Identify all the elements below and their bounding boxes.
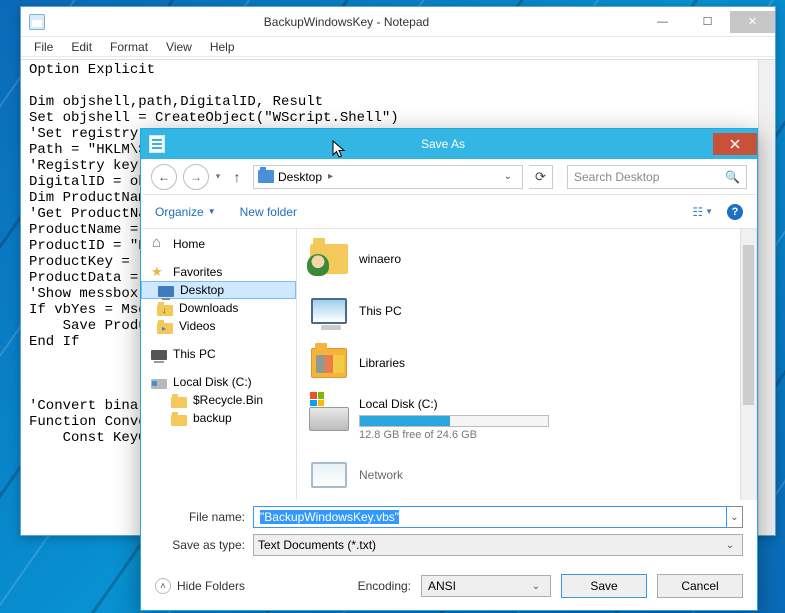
minimize-button[interactable]: — xyxy=(640,11,685,33)
menu-view[interactable]: View xyxy=(159,39,199,55)
tree-favorites[interactable]: Favorites xyxy=(141,263,296,281)
chevron-down-icon: ⌄ xyxy=(528,581,544,592)
chevron-down-icon: ⌄ xyxy=(722,540,738,551)
menu-file[interactable]: File xyxy=(27,39,60,55)
tree-downloads[interactable]: Downloads xyxy=(141,299,296,317)
menu-format[interactable]: Format xyxy=(103,39,155,55)
nav-tree: Home Favorites Desktop Downloads Videos … xyxy=(141,229,297,500)
desktop-icon xyxy=(158,286,174,297)
savetype-label: Save as type: xyxy=(155,538,245,552)
refresh-button[interactable]: ⟳ xyxy=(529,165,553,189)
libraries-icon xyxy=(311,348,347,378)
search-input[interactable]: Search Desktop 🔍 xyxy=(567,165,747,189)
filename-label: File name: xyxy=(155,510,245,524)
close-button[interactable]: ✕ xyxy=(730,11,775,33)
user-folder-icon xyxy=(310,244,348,274)
chevron-right-icon[interactable]: ▸ xyxy=(326,171,335,182)
videos-icon xyxy=(157,323,173,334)
help-icon[interactable]: ? xyxy=(727,204,743,220)
tree-desktop[interactable]: Desktop xyxy=(141,281,296,299)
save-fields: File name: ⌄ Save as type: Text Document… xyxy=(141,500,757,566)
disk-icon xyxy=(151,379,167,389)
network-icon xyxy=(311,462,347,488)
savetype-combo[interactable]: Text Documents (*.txt) ⌄ xyxy=(253,534,743,556)
file-list[interactable]: winaero This PC Libraries Local Disk (C:… xyxy=(297,229,757,500)
tree-thispc[interactable]: This PC xyxy=(141,345,296,363)
file-item-winaero[interactable]: winaero xyxy=(303,237,750,281)
dialog-title: Save As xyxy=(173,137,713,151)
notepad-icon xyxy=(29,14,45,30)
back-button[interactable]: ← xyxy=(151,164,177,190)
dialog-footer: ˄ Hide Folders Encoding: ANSI ⌄ Save Can… xyxy=(141,566,757,610)
file-item-libraries[interactable]: Libraries xyxy=(303,341,750,385)
downloads-icon xyxy=(157,305,173,316)
save-button[interactable]: Save xyxy=(561,574,647,598)
filename-dropdown[interactable]: ⌄ xyxy=(727,506,743,528)
chevron-up-icon: ˄ xyxy=(155,578,171,594)
tree-videos[interactable]: Videos xyxy=(141,317,296,335)
maximize-button[interactable]: ☐ xyxy=(685,11,730,33)
nav-bar: ← → ▾ ↑ Desktop ▸ ⌄ ⟳ Search Desktop 🔍 xyxy=(141,159,757,195)
scrollbar-thumb[interactable] xyxy=(743,245,754,405)
search-icon: 🔍 xyxy=(725,170,740,184)
drive-icon xyxy=(309,407,349,431)
disk-usage-bar xyxy=(359,415,549,427)
notepad-menubar: File Edit Format View Help xyxy=(21,37,775,57)
tree-home[interactable]: Home xyxy=(141,235,296,253)
breadcrumb[interactable]: Desktop ▸ ⌄ xyxy=(253,165,523,189)
tree-recycle[interactable]: $Recycle.Bin xyxy=(141,391,296,409)
file-item-thispc[interactable]: This PC xyxy=(303,289,750,333)
folder-icon xyxy=(171,415,187,426)
breadcrumb-label: Desktop xyxy=(278,170,322,184)
dialog-icon xyxy=(149,135,165,153)
up-button[interactable]: ↑ xyxy=(227,167,247,187)
filename-input[interactable] xyxy=(253,506,727,528)
star-icon xyxy=(151,265,167,279)
encoding-label: Encoding: xyxy=(358,579,411,593)
menu-edit[interactable]: Edit xyxy=(64,39,99,55)
desktop-crumb-icon xyxy=(258,170,274,183)
home-icon xyxy=(151,237,167,251)
file-item-localdisk[interactable]: Local Disk (C:) 12.8 GB free of 24.6 GB xyxy=(303,393,750,445)
recent-dropdown-icon[interactable]: ▾ xyxy=(215,171,221,182)
folder-icon xyxy=(171,397,187,408)
cancel-button[interactable]: Cancel xyxy=(657,574,743,598)
tree-backup[interactable]: backup xyxy=(141,409,296,427)
chevron-down-icon: ▼ xyxy=(208,207,216,216)
tree-localdisk[interactable]: Local Disk (C:) xyxy=(141,373,296,391)
menu-help[interactable]: Help xyxy=(203,39,242,55)
save-as-dialog: Save As ← → ▾ ↑ Desktop ▸ ⌄ ⟳ Search Des… xyxy=(140,128,758,611)
saveas-titlebar[interactable]: Save As xyxy=(141,129,757,159)
file-item-network[interactable]: Network xyxy=(303,453,750,497)
dialog-close-button[interactable] xyxy=(713,133,757,155)
hide-folders-button[interactable]: ˄ Hide Folders xyxy=(155,578,245,594)
breadcrumb-dropdown-icon[interactable]: ⌄ xyxy=(498,171,518,182)
notepad-titlebar[interactable]: BackupWindowsKey - Notepad — ☐ ✕ xyxy=(21,7,775,37)
pc-icon xyxy=(311,298,347,324)
new-folder-button[interactable]: New folder xyxy=(240,205,297,219)
pc-icon xyxy=(151,350,167,360)
scrollbar[interactable] xyxy=(740,229,756,500)
organize-menu[interactable]: Organize ▼ xyxy=(155,205,216,219)
search-placeholder: Search Desktop xyxy=(574,170,659,184)
view-options-button[interactable]: ☷▼ xyxy=(692,205,713,219)
dialog-toolbar: Organize ▼ New folder ☷▼ ? xyxy=(141,195,757,229)
encoding-combo[interactable]: ANSI ⌄ xyxy=(421,575,551,597)
notepad-title: BackupWindowsKey - Notepad xyxy=(53,15,640,29)
forward-button[interactable]: → xyxy=(183,164,209,190)
